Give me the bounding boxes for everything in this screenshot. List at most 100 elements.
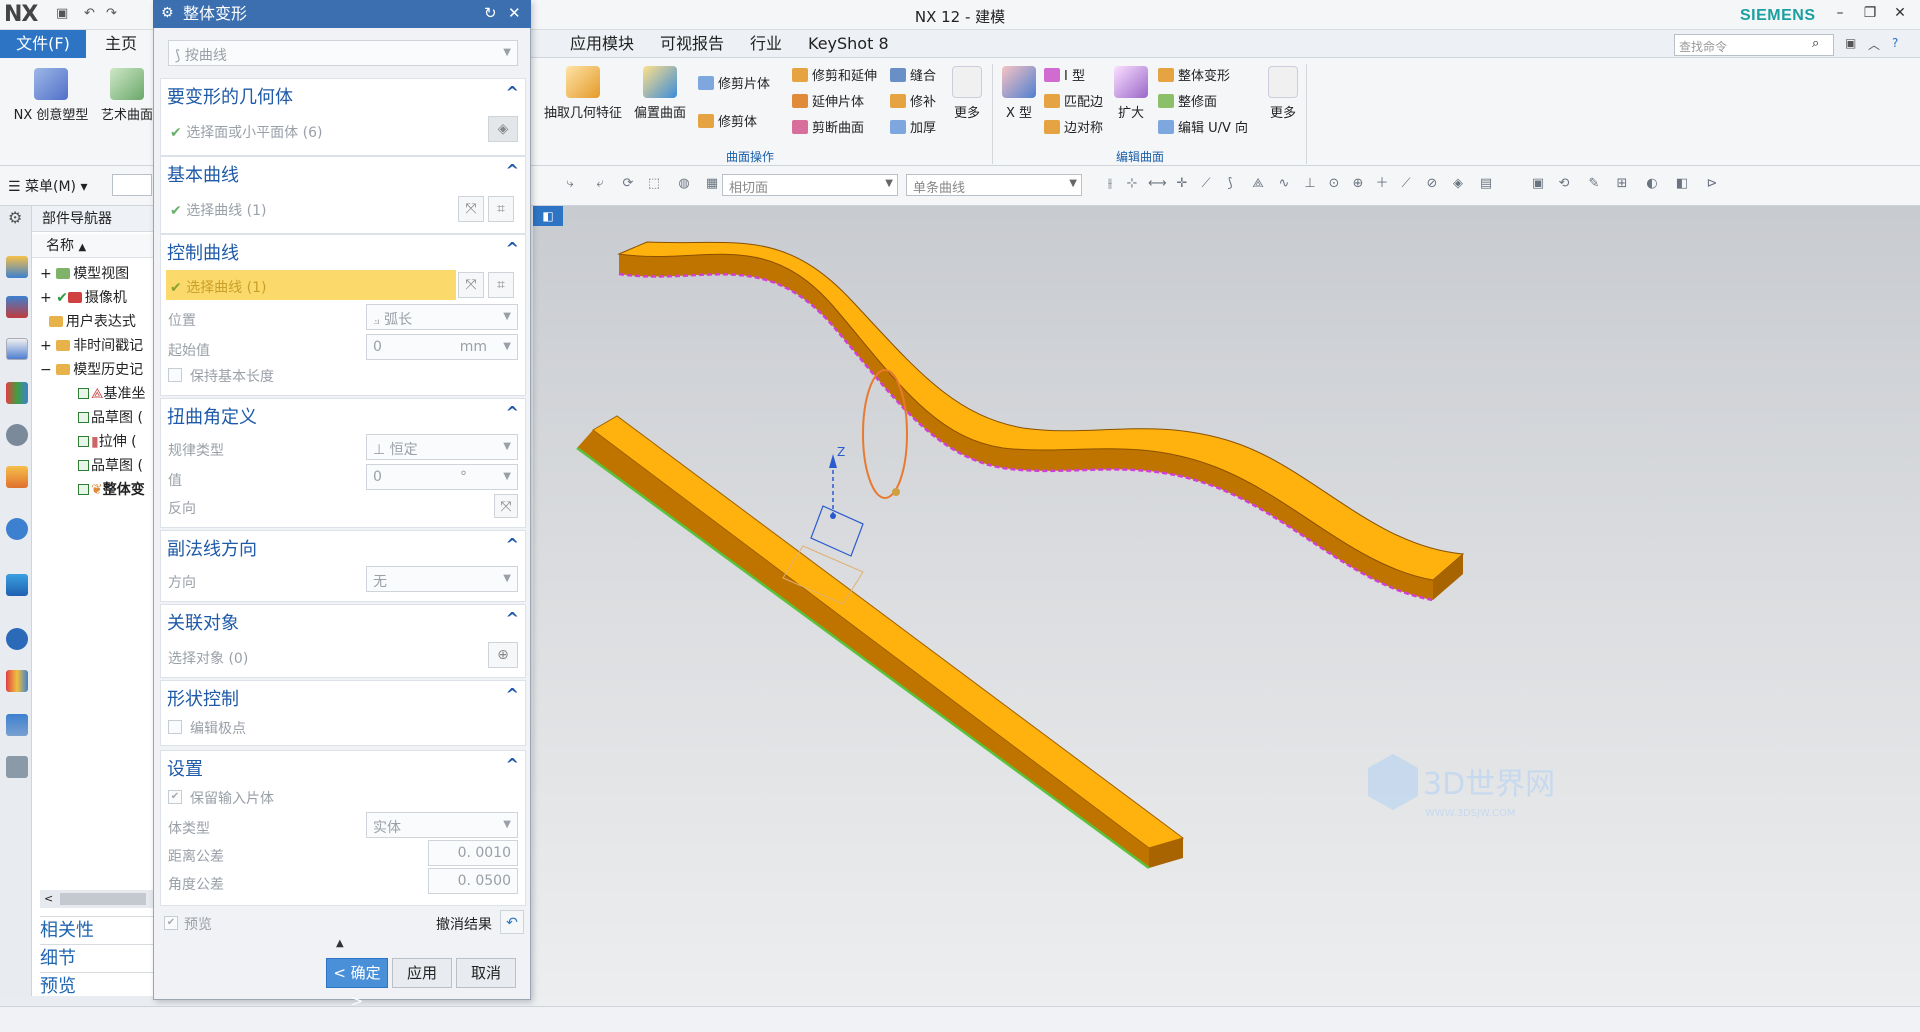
x-form-button[interactable]: X 型 <box>998 66 1040 121</box>
face-rule-combo[interactable]: 相切面 ▼ <box>722 174 898 196</box>
select-object-label[interactable]: 选择对象 (0) <box>168 648 248 668</box>
checkbox-checked-icon[interactable] <box>78 484 89 495</box>
nav-datum-csys[interactable]: ⟁基准坐 <box>78 382 156 406</box>
history-icon[interactable] <box>6 518 28 540</box>
checkbox-checked-icon[interactable] <box>78 388 89 399</box>
toolbar-tool-icon[interactable]: ◈ <box>1450 176 1466 192</box>
command-search-input[interactable]: 查找命令 <box>1674 34 1834 56</box>
enlarge-button[interactable]: 扩大 <box>1110 66 1152 121</box>
web-browser-icon[interactable] <box>6 466 28 488</box>
edit-poles-checkbox[interactable] <box>168 720 182 734</box>
assembly-nav-icon[interactable] <box>6 256 28 278</box>
face-selector-icon[interactable]: ◈ <box>488 116 518 142</box>
part-nav-icon[interactable] <box>6 338 28 360</box>
global-shaping-button[interactable]: 整体变形 <box>1158 66 1230 88</box>
hd3d-tools-icon[interactable] <box>6 424 28 446</box>
apply-button[interactable]: 应用 <box>392 958 452 988</box>
trim-extend-button[interactable]: 修剪和延伸 <box>792 66 877 88</box>
toolbar-tool-icon[interactable]: ⟳ <box>620 176 636 192</box>
curve-rule-icon[interactable]: ⤧ <box>458 272 484 298</box>
select-base-curve-row[interactable]: ✔ 选择曲线 (1) <box>170 200 266 220</box>
minimize-button[interactable]: – <box>1828 5 1852 25</box>
nav-unordered[interactable]: + 非时间戳记 <box>40 334 156 358</box>
toolbar-tool-icon[interactable]: ⟆ <box>1222 176 1238 192</box>
body-type-select[interactable]: 实体 ▼ <box>366 812 518 838</box>
system-materials-icon[interactable] <box>6 574 28 596</box>
toolbar-tool-icon[interactable]: ∿ <box>1276 176 1292 192</box>
nav-cameras[interactable]: + ✔ 摄像机 <box>40 286 156 310</box>
ok-button[interactable]: < 确定 > <box>326 958 388 1010</box>
more-surface-ops-button[interactable]: 更多 <box>946 66 988 121</box>
tab-app-modules[interactable]: 应用模块 <box>560 30 644 58</box>
model-scene[interactable]: Z 3D世界网 WWW.3DSJW.COM <box>533 206 1920 1006</box>
toolbar-tool-icon[interactable]: ⤷ <box>562 176 578 192</box>
match-edge-button[interactable]: 匹配边 <box>1044 92 1103 114</box>
nav-global-shaping[interactable]: ❦整体变 <box>78 478 156 502</box>
nav-sketch-2[interactable]: 品草图 ( <box>78 454 156 478</box>
collapse-icon[interactable]: ^ <box>506 535 519 554</box>
nav-model-views[interactable]: + 模型视图 <box>40 262 156 286</box>
collapse-icon[interactable]: ^ <box>506 161 519 180</box>
type-select[interactable]: ⟆ 按曲线 ▼ <box>168 40 518 66</box>
tab-visual-report[interactable]: 可视报告 <box>650 30 734 58</box>
toolbar-tool-icon[interactable]: ⟷ <box>1148 176 1167 192</box>
dialog-reset-icon[interactable]: ↻ <box>484 4 497 22</box>
menu-button[interactable]: ☰ 菜单(M) ▾ <box>8 176 88 196</box>
clock-icon[interactable] <box>6 628 28 650</box>
collapse-ribbon-icon[interactable]: ︿ <box>1868 36 1880 53</box>
toolbar-tool-icon[interactable]: ◧ <box>1674 176 1690 192</box>
start-value-input[interactable]: 0 mm ▼ <box>366 334 518 360</box>
section-builder-icon[interactable]: ⌗ <box>488 272 514 298</box>
thicken-button[interactable]: 加厚 <box>890 118 936 140</box>
tab-home[interactable]: 主页 <box>86 30 156 58</box>
edit-uv-button[interactable]: 编辑 U/V 向 <box>1158 118 1248 140</box>
close-button[interactable]: ✕ <box>1888 5 1912 25</box>
toolbar-tool-icon[interactable]: ⟋ <box>1198 176 1214 192</box>
toolbar-tool-icon[interactable]: ▤ <box>1478 176 1494 192</box>
checkbox-checked-icon[interactable] <box>78 460 89 471</box>
toolbar-tool-icon[interactable]: ⟲ <box>1556 176 1572 192</box>
restore-button[interactable]: ❐ <box>1858 5 1882 25</box>
select-faces-row[interactable]: ✔ 选择面或小平面体 (6) <box>170 122 322 142</box>
direction-select[interactable]: 无 ▼ <box>366 566 518 592</box>
collapse-icon[interactable]: ^ <box>506 609 519 628</box>
toolbar-tool-icon[interactable]: ⊹ <box>1124 176 1140 192</box>
toolbar-tool-icon[interactable]: ⊘ <box>1424 176 1440 192</box>
curve-rule-combo[interactable]: 单条曲线 ▼ <box>906 174 1082 196</box>
curve-rule-icon[interactable]: ⤧ <box>458 196 484 222</box>
collapse-icon[interactable]: ^ <box>506 239 519 258</box>
constraint-nav-icon[interactable] <box>6 296 28 318</box>
cancel-button[interactable]: 取消 <box>456 958 516 988</box>
toolbar-tool-icon[interactable]: ⤶ <box>592 176 608 192</box>
toolbar-tool-icon[interactable]: ⊞ <box>1614 176 1630 192</box>
toolbar-tool-icon[interactable]: ✎ <box>1586 176 1602 192</box>
divide-face-button[interactable]: 剪断曲面 <box>792 118 864 140</box>
toolbar-tool-icon[interactable]: ◐ <box>1644 176 1660 192</box>
fill-surface-button[interactable]: 整修面 <box>1158 92 1217 114</box>
toolbar-tool-icon[interactable]: ＋ <box>1374 176 1390 192</box>
keep-input-sheet-checkbox[interactable]: ✔ <box>168 790 182 804</box>
extend-sheet-button[interactable]: 延伸片体 <box>792 92 864 114</box>
trim-sheet-button[interactable]: 修剪片体 <box>698 74 770 96</box>
patch-button[interactable]: 修补 <box>890 92 936 114</box>
collapse-icon[interactable]: ^ <box>506 403 519 422</box>
edge-symmetry-button[interactable]: 边对称 <box>1044 118 1103 140</box>
tab-file[interactable]: 文件(F) <box>0 30 86 58</box>
nx-realize-shape-button[interactable]: NX 创意塑型 <box>8 68 94 123</box>
trim-body-button[interactable]: 修剪体 <box>698 112 757 134</box>
nav-preview-panel[interactable]: 预览 <box>40 972 156 1000</box>
toolbar-tool-icon[interactable]: ⊙ <box>1326 176 1342 192</box>
i-form-button[interactable]: I 型 <box>1044 66 1085 88</box>
scroll-left-icon[interactable]: < <box>40 892 53 905</box>
help-icon[interactable]: ? <box>1892 36 1898 50</box>
keep-base-length-checkbox[interactable] <box>168 368 182 382</box>
toolbar-tool-icon[interactable]: ⊳ <box>1704 176 1720 192</box>
reuse-library-icon[interactable] <box>6 382 28 404</box>
angle-tolerance-input[interactable]: 0. 0500 <box>428 868 518 894</box>
more-edit-surface-button[interactable]: 更多 <box>1262 66 1304 121</box>
collapse-icon[interactable]: ^ <box>506 685 519 704</box>
twist-value-input[interactable]: 0 ° ▼ <box>366 464 518 490</box>
undo-result-icon[interactable]: ↶ <box>500 910 524 934</box>
twist-handle-knob[interactable] <box>892 488 900 496</box>
nav-dependencies-panel[interactable]: 相关性 <box>40 916 156 944</box>
